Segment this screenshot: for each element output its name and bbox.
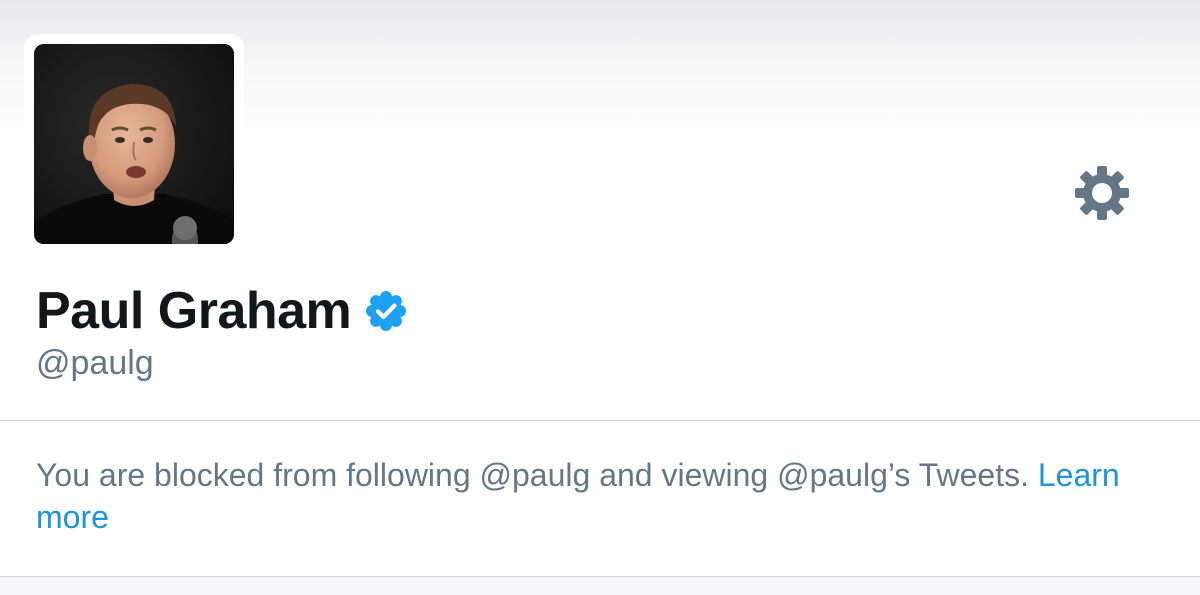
- blocked-notice-text: You are blocked from following @paulg an…: [36, 457, 1038, 493]
- name-row: Paul Graham: [36, 276, 407, 346]
- profile-page: Paul Graham @paulg You are blocked from …: [0, 0, 1200, 595]
- blocked-notice: You are blocked from following @paulg an…: [36, 454, 1156, 538]
- avatar[interactable]: [34, 44, 234, 244]
- settings-button[interactable]: [1072, 163, 1132, 223]
- avatar-photo: [34, 44, 234, 244]
- profile-handle: @paulg: [36, 344, 154, 382]
- verified-badge-icon: [365, 290, 407, 332]
- divider: [0, 420, 1200, 421]
- display-name: Paul Graham: [36, 282, 352, 340]
- avatar-frame: [24, 34, 244, 254]
- gear-icon: [1075, 166, 1129, 220]
- footer-band: [0, 577, 1200, 595]
